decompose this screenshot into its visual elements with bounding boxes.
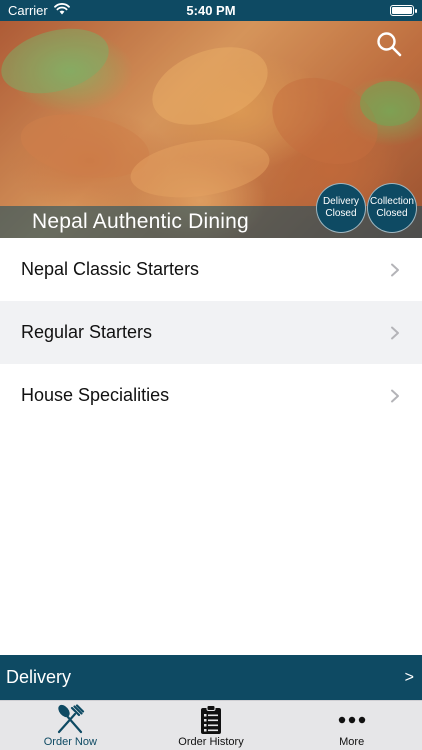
chevron-right-icon (391, 263, 399, 276)
tab-more[interactable]: More (281, 701, 422, 750)
status-left: Carrier (8, 3, 70, 18)
collection-status-line1: Collection (370, 196, 414, 207)
order-mode-bar[interactable]: Delivery > (0, 655, 422, 700)
fork-knife-icon (58, 704, 85, 734)
menu-category-list: Nepal Classic Starters Regular Starters … (0, 238, 422, 427)
collection-status-line2: Closed (376, 208, 408, 219)
chevron-right-icon (391, 326, 399, 339)
collection-status-badge: Collection Closed (367, 183, 417, 233)
tab-label: Order History (178, 736, 244, 748)
status-bar: Carrier 5:40 PM (0, 0, 422, 21)
tab-order-history[interactable]: Order History (141, 701, 282, 750)
menu-category-label: House Specialities (21, 385, 170, 405)
tab-order-now[interactable]: Order Now (0, 701, 141, 750)
chevron-right-icon (391, 389, 399, 402)
restaurant-name: Nepal Authentic Dining (32, 210, 249, 233)
menu-category-row[interactable]: Nepal Classic Starters (0, 238, 422, 301)
tab-label: More (339, 736, 365, 748)
menu-category-row[interactable]: Regular Starters (0, 301, 422, 364)
carrier-label: Carrier (8, 3, 48, 18)
delivery-status-badge: Delivery Closed (316, 183, 366, 233)
delivery-status-line2: Closed (325, 208, 357, 219)
battery-icon (390, 5, 417, 16)
order-mode-arrow: > (404, 668, 414, 686)
wifi-icon (53, 3, 70, 18)
menu-category-label: Regular Starters (21, 322, 153, 342)
tab-bar: Order Now Order History More (0, 700, 422, 750)
menu-category-row[interactable]: House Specialities (0, 364, 422, 427)
tab-label: Order Now (43, 736, 97, 748)
delivery-status-line1: Delivery (322, 196, 360, 207)
clipboard-list-icon (201, 705, 221, 734)
hero-banner: Nepal Authentic Dining Delivery Closed C… (0, 21, 422, 238)
order-mode-label: Delivery (6, 667, 72, 687)
menu-category-label: Nepal Classic Starters (21, 259, 200, 279)
search-icon (377, 32, 402, 57)
more-dots-icon (338, 716, 365, 724)
search-button[interactable] (376, 31, 402, 57)
